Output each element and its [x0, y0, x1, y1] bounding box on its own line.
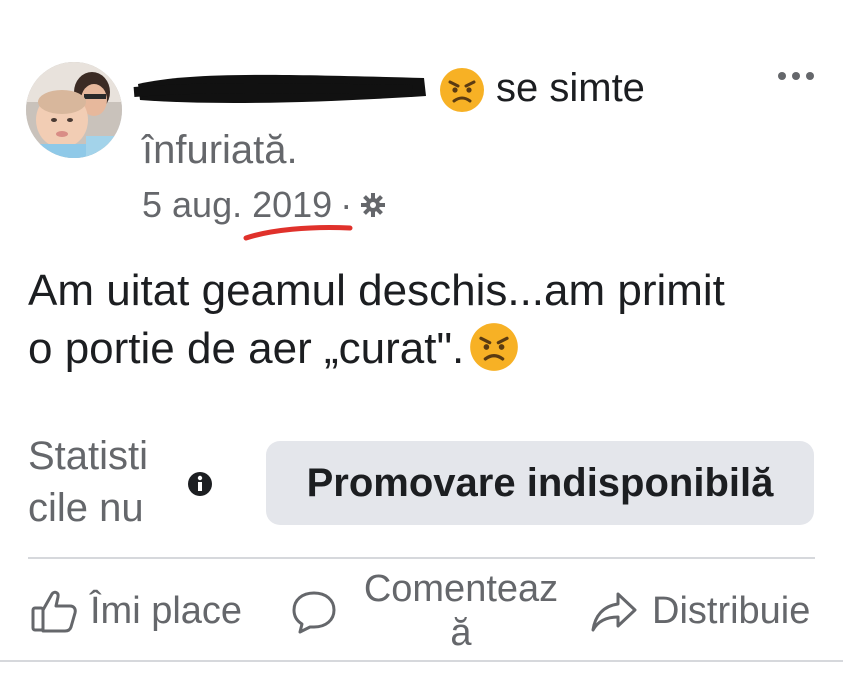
post-body-line-2-text: o portie de aer „curat". — [28, 324, 465, 373]
red-underline-mark — [243, 224, 353, 241]
comment-button[interactable]: Comenteaz ă — [290, 567, 566, 655]
like-button[interactable]: Îmi place — [30, 588, 242, 634]
promote-unavailable-button[interactable]: Promovare indisponibilă — [266, 441, 814, 525]
avatar-photo — [26, 62, 122, 158]
feeling-text: se simte — [496, 66, 645, 110]
stats-label-line-2: cile nu — [28, 486, 144, 530]
facebook-post: se simte înfuriată. 5 aug. 2019 · Am uit… — [0, 0, 843, 675]
share-label: Distribuie — [652, 589, 811, 632]
feeling-word[interactable]: înfuriată. — [142, 128, 298, 173]
post-body-line-1: Am uitat geamul deschis...am primit — [28, 266, 725, 315]
divider — [28, 557, 815, 559]
stats-label-line-1: Statisti — [28, 434, 149, 478]
like-label: Îmi place — [90, 589, 243, 632]
angry-face-icon — [470, 323, 519, 372]
redacted-name — [133, 74, 426, 103]
comment-bubble-icon — [292, 591, 336, 634]
post-body-line-2: o portie de aer „curat". — [28, 320, 818, 378]
share-arrow-icon — [591, 592, 637, 632]
share-button[interactable]: Distribuie — [590, 588, 810, 634]
comment-label-line-2: ă — [450, 612, 472, 654]
thumbs-up-icon — [31, 590, 77, 633]
bottom-divider — [0, 660, 843, 662]
stats-unavailable-label: Statisti cile nu — [28, 430, 178, 534]
gear-icon — [361, 193, 386, 217]
angry-face-icon — [440, 68, 484, 112]
comment-label: Comenteaz ă — [356, 567, 566, 655]
post-date[interactable]: 5 aug. — [142, 184, 242, 226]
info-icon[interactable] — [187, 471, 213, 497]
more-options-icon[interactable] — [774, 64, 818, 88]
post-body: Am uitat geamul deschis...am primit o po… — [28, 262, 818, 378]
avatar[interactable] — [26, 62, 122, 158]
comment-label-line-1: Comenteaz — [363, 568, 559, 610]
